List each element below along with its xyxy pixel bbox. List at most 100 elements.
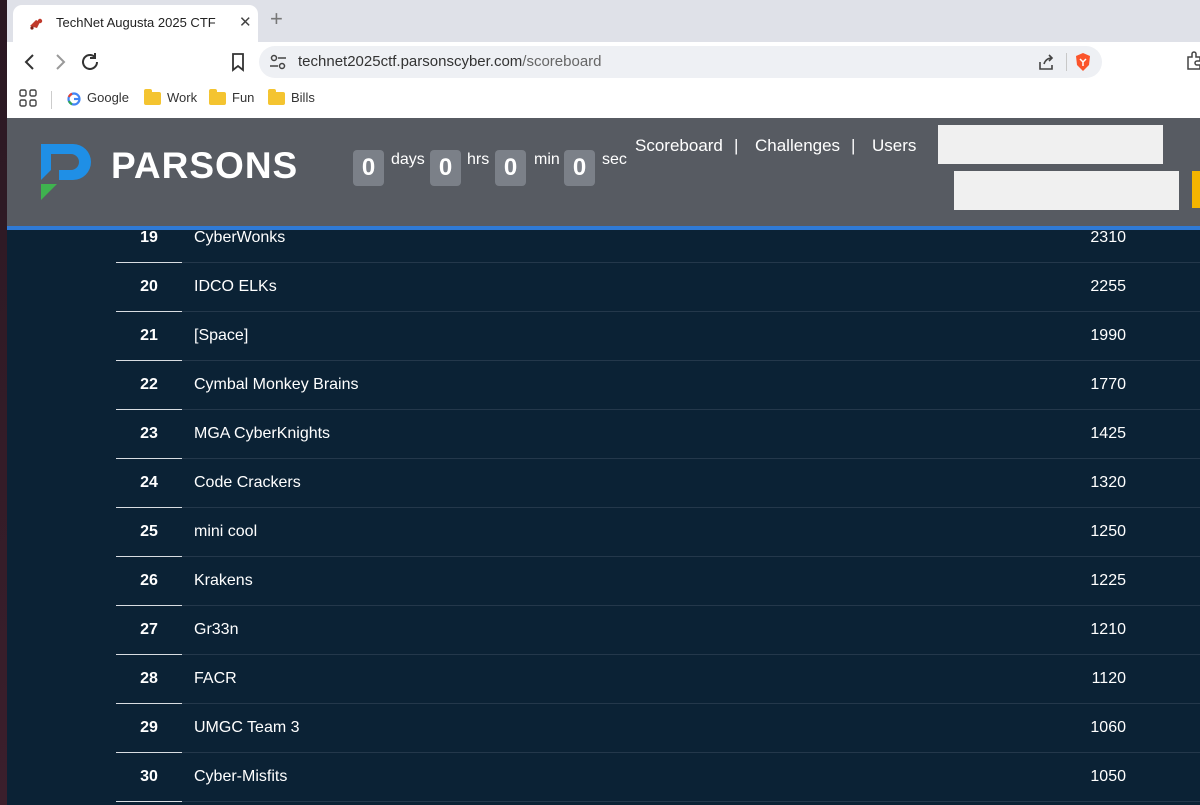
score-value: 1210 <box>1090 621 1126 638</box>
team-name-link[interactable]: Cyber-Misfits <box>194 753 287 801</box>
folder-icon <box>209 89 226 106</box>
site-header: PARSONS 0 days 0 hrs 0 min 0 sec Scorebo… <box>7 118 1200 226</box>
tab-strip: TechNet Augusta 2025 CTF ✕ + <box>7 0 1200 42</box>
new-tab-button[interactable]: + <box>270 8 283 30</box>
table-row: 20 IDCO ELKs 2255 <box>116 263 1200 312</box>
countdown-sec-label: sec <box>602 151 627 168</box>
bookmark-icon[interactable] <box>227 51 249 73</box>
team-cell: Gr33n 1210 <box>182 606 1200 655</box>
bookmark-google[interactable]: Google <box>67 90 129 106</box>
score-value: 1425 <box>1090 425 1126 442</box>
bookmark-work[interactable]: Work <box>144 89 198 106</box>
url-host: technet2025ctf.parsonscyber.com <box>298 53 523 70</box>
share-icon[interactable] <box>1037 53 1055 71</box>
team-cell: CyberWonks 2310 <box>182 214 1200 263</box>
score-value: 1320 <box>1090 474 1126 491</box>
team-name-link[interactable]: [Space] <box>194 312 248 360</box>
team-name-link[interactable]: Cymbal Monkey Brains <box>194 361 359 409</box>
rank-cell: 29 <box>116 704 182 753</box>
table-row: 25 mini cool 1250 <box>116 508 1200 557</box>
table-row: 22 Cymbal Monkey Brains 1770 <box>116 361 1200 410</box>
team-cell: UMGC Team 3 1060 <box>182 704 1200 753</box>
tab-title: TechNet Augusta 2025 CTF <box>56 15 216 30</box>
nav-challenges-link[interactable]: Challenges <box>755 136 840 156</box>
bookmark-bills[interactable]: Bills <box>268 89 315 106</box>
rank-cell: 24 <box>116 459 182 508</box>
team-name-link[interactable]: FACR <box>194 655 237 703</box>
team-name-link[interactable]: IDCO ELKs <box>194 263 277 311</box>
score-value: 1120 <box>1091 670 1126 687</box>
table-row: 26 Krakens 1225 <box>116 557 1200 606</box>
score-value: 1990 <box>1090 327 1126 344</box>
google-icon <box>67 91 81 106</box>
browser-toolbar: technet2025ctf.parsonscyber.com/scoreboa… <box>7 42 1200 82</box>
parsons-logo-text: PARSONS <box>111 145 299 186</box>
rank-cell: 22 <box>116 361 182 410</box>
rank-cell: 26 <box>116 557 182 606</box>
team-name-link[interactable]: MGA CyberKnights <box>194 410 330 458</box>
header-submit-button[interactable] <box>1192 171 1200 208</box>
countdown-hrs-label: hrs <box>467 151 490 168</box>
table-row: 30 Cyber-Misfits 1050 <box>116 753 1200 802</box>
score-value: 1050 <box>1090 768 1126 785</box>
rank-cell: 30 <box>116 753 182 802</box>
table-row: 19 CyberWonks 2310 <box>116 214 1200 263</box>
table-row: 28 FACR 1120 <box>116 655 1200 704</box>
apps-grid-icon[interactable] <box>19 89 37 107</box>
site-settings-icon[interactable] <box>269 54 287 70</box>
bookmark-fun[interactable]: Fun <box>209 89 255 106</box>
bookmark-google-label: Google <box>87 90 129 105</box>
countdown-days-label: days <box>391 151 425 168</box>
team-cell: Krakens 1225 <box>182 557 1200 606</box>
countdown-days: 0 <box>353 150 384 186</box>
nav-users-link[interactable]: Users <box>872 136 916 156</box>
table-row: 21 [Space] 1990 <box>116 312 1200 361</box>
team-name-link[interactable]: mini cool <box>194 508 257 556</box>
rank-cell: 27 <box>116 606 182 655</box>
rank-cell: 23 <box>116 410 182 459</box>
team-cell: Code Crackers 1320 <box>182 459 1200 508</box>
team-cell: [Space] 1990 <box>182 312 1200 361</box>
reload-icon[interactable] <box>79 51 101 73</box>
bookmark-fun-label: Fun <box>232 90 255 105</box>
team-name-link[interactable]: CyberWonks <box>194 214 285 262</box>
bookmark-bills-label: Bills <box>291 90 315 105</box>
rank-cell: 28 <box>116 655 182 704</box>
score-value: 1225 <box>1090 572 1126 589</box>
team-name-link[interactable]: Gr33n <box>194 606 238 654</box>
omnibox-divider <box>1066 53 1067 71</box>
rank-cell: 25 <box>116 508 182 557</box>
nav-separator: | <box>734 136 739 155</box>
rank-cell: 20 <box>116 263 182 312</box>
bookmarks-bar: Google Work Fun Bills <box>7 82 1200 118</box>
folder-icon <box>144 89 161 106</box>
score-value: 1770 <box>1090 376 1126 393</box>
score-value: 2310 <box>1090 229 1126 246</box>
team-name-link[interactable]: Krakens <box>194 557 253 605</box>
back-icon[interactable] <box>19 51 41 73</box>
address-bar[interactable]: technet2025ctf.parsonscyber.com/scoreboa… <box>259 46 1102 78</box>
browser-window: TechNet Augusta 2025 CTF ✕ + technet2025… <box>7 0 1200 805</box>
score-value: 1060 <box>1090 719 1126 736</box>
score-value: 2255 <box>1090 278 1126 295</box>
team-name-link[interactable]: Code Crackers <box>194 459 301 507</box>
browser-tab[interactable]: TechNet Augusta 2025 CTF ✕ <box>13 5 258 42</box>
brave-shield-icon[interactable] <box>1073 52 1093 72</box>
table-row: 29 UMGC Team 3 1060 <box>116 704 1200 753</box>
bookmark-work-label: Work <box>167 90 198 105</box>
nav-scoreboard-link[interactable]: Scoreboard <box>635 136 723 156</box>
table-row: 27 Gr33n 1210 <box>116 606 1200 655</box>
ctf-favicon-icon <box>30 18 43 30</box>
parsons-logo-icon[interactable] <box>37 140 93 202</box>
team-cell: Cyber-Misfits 1050 <box>182 753 1200 802</box>
countdown-min: 0 <box>495 150 526 186</box>
extensions-icon[interactable] <box>1184 51 1200 71</box>
tab-close-icon[interactable]: ✕ <box>239 13 252 31</box>
forward-icon[interactable] <box>49 51 71 73</box>
team-cell: IDCO ELKs 2255 <box>182 263 1200 312</box>
countdown-min-label: min <box>534 151 560 168</box>
countdown-hrs: 0 <box>430 150 461 186</box>
team-name-link[interactable]: UMGC Team 3 <box>194 704 300 752</box>
header-input-primary[interactable] <box>938 125 1163 164</box>
header-input-secondary[interactable] <box>954 171 1179 210</box>
